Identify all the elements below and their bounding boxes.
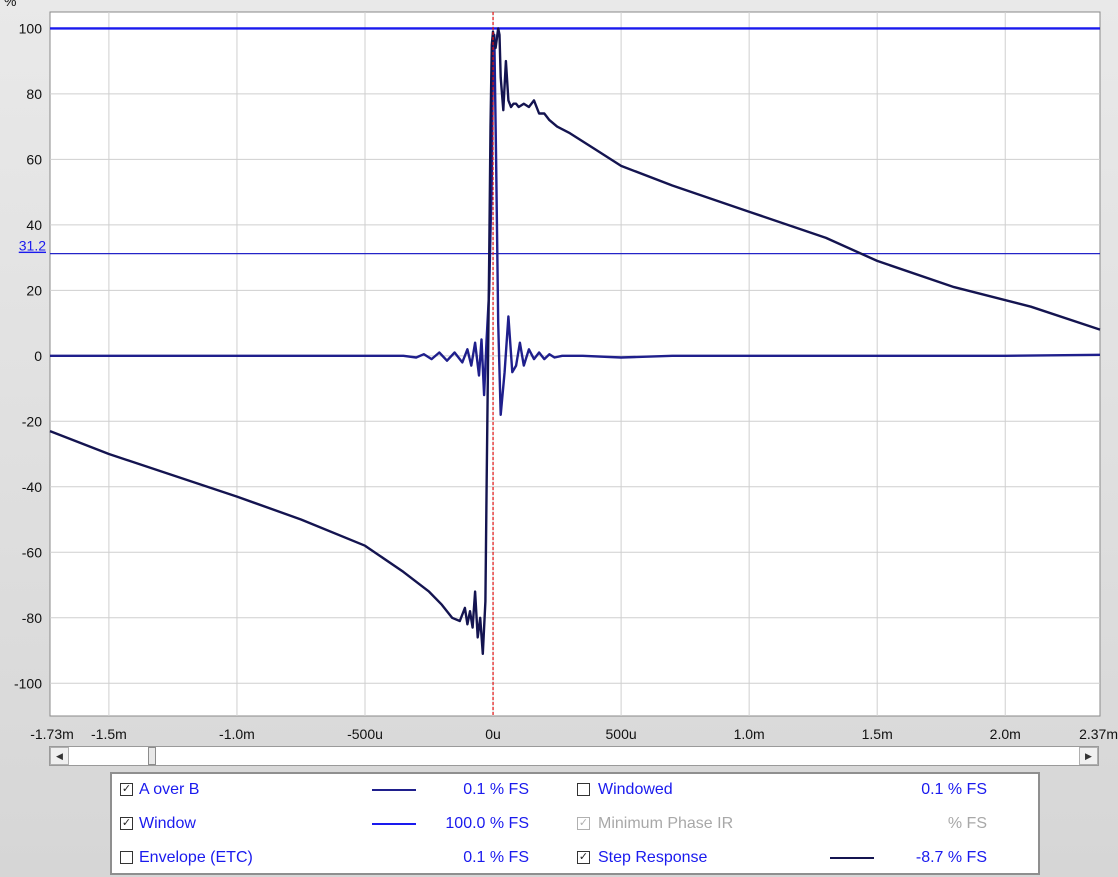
step-response-label[interactable]: Step Response [598, 849, 707, 867]
y-tick-label: 20 [26, 282, 42, 298]
y-tick-label: -100 [14, 675, 42, 691]
x-tick-label: 2.37m [1079, 726, 1118, 742]
legend-row: ✓ A over B 0.1 % FS Windowed 0.1 % FS [112, 776, 1038, 806]
window-label[interactable]: Window [139, 815, 196, 833]
scroll-right-arrow-icon[interactable]: ▶ [1079, 747, 1098, 765]
a-over-b-swatch [372, 789, 416, 791]
y-tick-label: -40 [22, 479, 42, 495]
envelope-etc-checkbox[interactable] [120, 851, 133, 864]
step-response-checkbox[interactable]: ✓ [577, 851, 590, 864]
y-tick-label: 100 [19, 20, 43, 36]
windowed-value: 0.1 % FS [921, 781, 987, 798]
y-tick-label: -80 [22, 610, 42, 626]
x-tick-label: -1.5m [91, 726, 127, 742]
x-tick-label: -500u [347, 726, 383, 742]
window-checkbox[interactable]: ✓ [120, 817, 133, 830]
a-over-b-checkbox[interactable]: ✓ [120, 783, 133, 796]
scroll-left-arrow-icon[interactable]: ◀ [50, 747, 69, 765]
legend-row: Envelope (ETC) 0.1 % FS ✓ Step Response -8.7… [112, 844, 1038, 874]
windowed-checkbox[interactable] [577, 783, 590, 796]
window-swatch [372, 823, 416, 825]
y-tick-label: 40 [26, 217, 42, 233]
step-response-swatch [830, 857, 874, 859]
marker-value-label: 31.2 [19, 238, 46, 254]
y-unit-label: % [4, 0, 16, 9]
x-tick-label: -1.0m [219, 726, 255, 742]
y-tick-label: -60 [22, 544, 42, 560]
envelope-etc-label[interactable]: Envelope (ETC) [139, 849, 253, 867]
windowed-label[interactable]: Windowed [598, 781, 673, 799]
plot-area [49, 11, 1101, 717]
minimum-phase-ir-checkbox: ✓ [577, 817, 590, 830]
y-tick-label: 60 [26, 151, 42, 167]
legend-row: ✓ Window 100.0 % FS ✓ Minimum Phase IR % FS [112, 810, 1038, 840]
x-tick-label: 2.0m [990, 726, 1021, 742]
y-tick-label: 80 [26, 86, 42, 102]
minimum-phase-ir-label[interactable]: Minimum Phase IR [598, 815, 733, 833]
y-tick-label: -20 [22, 413, 42, 429]
y-tick-label: 0 [34, 348, 42, 364]
legend-panel: ✓ A over B 0.1 % FS Windowed 0.1 % FS ✓ Window… [110, 772, 1040, 875]
chart: % 100 80 60 40 20 0 -20 -40 -60 -80 -100 -1.73m -1.5m… [4, 0, 1118, 742]
x-tick-label: 500u [606, 726, 637, 742]
window-value: 100.0 % FS [445, 815, 529, 832]
x-tick-label: 1.0m [734, 726, 765, 742]
x-tick-label: 0u [485, 726, 501, 742]
scrollbar-thumb[interactable] [148, 747, 156, 765]
envelope-etc-value: 0.1 % FS [463, 849, 529, 866]
step-response-value: -8.7 % FS [915, 849, 987, 866]
horizontal-scrollbar[interactable]: ◀ ▶ [49, 746, 1099, 766]
x-tick-label: 1.5m [862, 726, 893, 742]
minimum-phase-ir-value: % FS [947, 815, 987, 832]
a-over-b-label[interactable]: A over B [139, 781, 199, 799]
x-tick-label: -1.73m [30, 726, 74, 742]
a-over-b-value: 0.1 % FS [463, 781, 529, 798]
